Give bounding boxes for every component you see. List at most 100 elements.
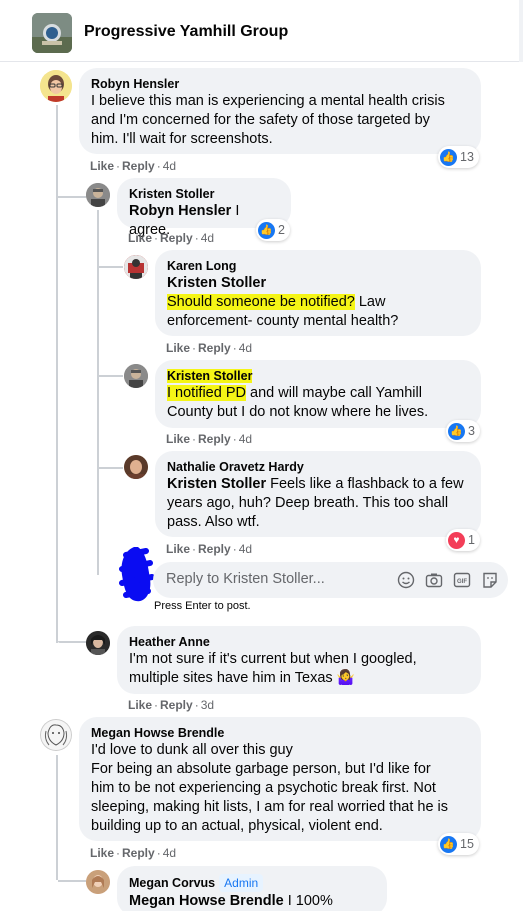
comment-bubble: Kristen Stoller I notified PD and will m… bbox=[155, 360, 481, 428]
reaction-number: 13 bbox=[460, 150, 474, 164]
svg-text:GIF: GIF bbox=[457, 579, 467, 585]
avatar[interactable] bbox=[124, 364, 148, 388]
love-reaction-icon: ♥ bbox=[448, 531, 465, 549]
comment-actions: Like · Reply · 4d bbox=[128, 231, 215, 245]
reply-input[interactable]: Reply to Kristen Stoller... GIF bbox=[153, 562, 508, 598]
avatar[interactable] bbox=[86, 631, 110, 655]
gif-icon[interactable]: GIF bbox=[453, 571, 471, 589]
comment-text: multiple sites have him in Texas 🤷‍♀️ bbox=[129, 670, 355, 686]
thread-line-branch bbox=[99, 467, 123, 469]
admin-badge: Admin bbox=[219, 874, 264, 892]
avatar[interactable] bbox=[86, 183, 110, 207]
comment-author[interactable]: Nathalie Oravetz Hardy bbox=[167, 459, 469, 475]
press-enter-hint: Press Enter to post. bbox=[154, 600, 251, 612]
reaction-number: 15 bbox=[460, 837, 474, 851]
comment-author[interactable]: Megan Corvus bbox=[129, 876, 215, 890]
avatar[interactable] bbox=[40, 70, 72, 102]
reply-link[interactable]: Reply bbox=[122, 846, 155, 860]
comment-bubble: Megan Howse Brendle I'd love to dunk all… bbox=[79, 717, 481, 841]
reply-link[interactable]: Reply bbox=[160, 231, 193, 245]
reaction-number: 1 bbox=[468, 533, 475, 547]
comment-author[interactable]: Robyn Hensler bbox=[91, 76, 469, 92]
reply-link[interactable]: Reply bbox=[198, 341, 231, 355]
comment-text: building up to an actual, physical, viol… bbox=[91, 818, 383, 834]
comment-actions: Like · Reply · 4d bbox=[166, 341, 253, 355]
reply-link[interactable]: Reply bbox=[160, 698, 193, 712]
sticker-icon[interactable] bbox=[481, 571, 499, 589]
like-link[interactable]: Like bbox=[128, 698, 152, 712]
comment-time[interactable]: 4d bbox=[163, 846, 176, 860]
comment-time[interactable]: 4d bbox=[239, 432, 252, 446]
reaction-count[interactable]: ♥ 1 bbox=[446, 529, 480, 551]
like-reaction-icon: 👍 bbox=[448, 422, 465, 440]
thread-line-branch bbox=[58, 641, 86, 643]
comment-text: him to be not experiencing a psychotic b… bbox=[91, 780, 436, 796]
avatar[interactable] bbox=[124, 455, 148, 479]
camera-icon[interactable] bbox=[425, 571, 443, 589]
comment-text: sleeping, making hit lists, I am for rea… bbox=[91, 799, 449, 815]
thread-line bbox=[97, 210, 99, 575]
thread-line-branch bbox=[99, 266, 123, 268]
comment-actions: Like · Reply · 4d bbox=[166, 542, 253, 556]
thread-line bbox=[56, 105, 58, 643]
reply-placeholder[interactable]: Reply to Kristen Stoller... bbox=[166, 571, 325, 587]
like-link[interactable]: Like bbox=[166, 341, 190, 355]
avatar[interactable] bbox=[40, 719, 72, 751]
comment-text: and I'm concerned for the safety of thos… bbox=[91, 112, 430, 128]
comment-text: Feels like a flashback to a few bbox=[266, 476, 464, 492]
comment-time[interactable]: 3d bbox=[201, 698, 214, 712]
comment-text: For being an absolute garbage person, bu… bbox=[91, 761, 431, 777]
comment-bubble: Heather Anne I'm not sure if it's curren… bbox=[117, 626, 481, 694]
redacted-avatar-scribble bbox=[119, 547, 155, 602]
reply-link[interactable]: Reply bbox=[198, 432, 231, 446]
reaction-count[interactable]: 👍 13 bbox=[438, 146, 479, 168]
avatar[interactable] bbox=[124, 255, 148, 279]
like-link[interactable]: Like bbox=[90, 159, 114, 173]
reaction-number: 3 bbox=[468, 424, 475, 438]
group-title[interactable]: Progressive Yamhill Group bbox=[84, 23, 288, 41]
group-header: Progressive Yamhill Group bbox=[0, 0, 523, 62]
mention-link[interactable]: Kristen Stoller bbox=[167, 274, 469, 293]
comment-actions: Like · Reply · 3d bbox=[128, 698, 215, 712]
reaction-count[interactable]: 👍 3 bbox=[446, 420, 480, 442]
emoji-icon[interactable] bbox=[397, 571, 415, 589]
reply-link[interactable]: Reply bbox=[122, 159, 155, 173]
like-reaction-icon: 👍 bbox=[258, 221, 275, 239]
comment-time[interactable]: 4d bbox=[201, 231, 214, 245]
like-link[interactable]: Like bbox=[166, 432, 190, 446]
comment-text: and will maybe call Yamhill bbox=[246, 385, 422, 401]
comment-bubble: Megan Corvus Admin Megan Howse Brendle I … bbox=[117, 866, 387, 911]
comment-text: enforcement- county mental health? bbox=[167, 313, 399, 329]
comment-author[interactable]: Heather Anne bbox=[129, 634, 469, 650]
comment-author[interactable]: Megan Howse Brendle bbox=[91, 725, 469, 741]
reaction-count[interactable]: 👍 15 bbox=[438, 833, 479, 855]
comment-author[interactable]: Kristen Stoller bbox=[129, 186, 279, 202]
comment-text: I'd love to dunk all over this guy bbox=[91, 742, 293, 758]
comment-text: County but I do not know where he lives. bbox=[167, 404, 429, 420]
comment-text: him. I'll wait for screenshots. bbox=[91, 131, 273, 147]
mention-link[interactable]: Megan Howse Brendle bbox=[129, 893, 284, 909]
like-link[interactable]: Like bbox=[166, 542, 190, 556]
comment-author[interactable]: Kristen Stoller bbox=[167, 369, 253, 383]
group-avatar[interactable] bbox=[32, 13, 72, 53]
comment-time[interactable]: 4d bbox=[239, 542, 252, 556]
reaction-count[interactable]: 👍 2 bbox=[256, 219, 290, 241]
scrollbar-track[interactable] bbox=[519, 0, 523, 62]
thread-line-branch bbox=[58, 880, 86, 882]
like-link[interactable]: Like bbox=[128, 231, 152, 245]
reply-link[interactable]: Reply bbox=[198, 542, 231, 556]
mention-link[interactable]: Robyn Hensler bbox=[129, 203, 231, 219]
comment-time[interactable]: 4d bbox=[163, 159, 176, 173]
like-link[interactable]: Like bbox=[90, 846, 114, 860]
thread-line bbox=[56, 755, 58, 880]
mention-link[interactable]: Kristen Stoller bbox=[167, 476, 266, 492]
comment-text: years ago, huh? Deep breath. This too sh… bbox=[167, 495, 449, 511]
comment-time[interactable]: 4d bbox=[239, 341, 252, 355]
comment-text: I believe this man is experiencing a men… bbox=[91, 93, 445, 109]
comment-actions: Like · Reply · 4d bbox=[90, 159, 177, 173]
like-reaction-icon: 👍 bbox=[440, 835, 457, 853]
comment-author[interactable]: Karen Long bbox=[167, 258, 469, 274]
avatar[interactable] bbox=[86, 870, 110, 894]
comment-bubble: Karen Long Kristen Stoller Should someon… bbox=[155, 250, 481, 336]
comment-text: Law bbox=[354, 294, 386, 310]
